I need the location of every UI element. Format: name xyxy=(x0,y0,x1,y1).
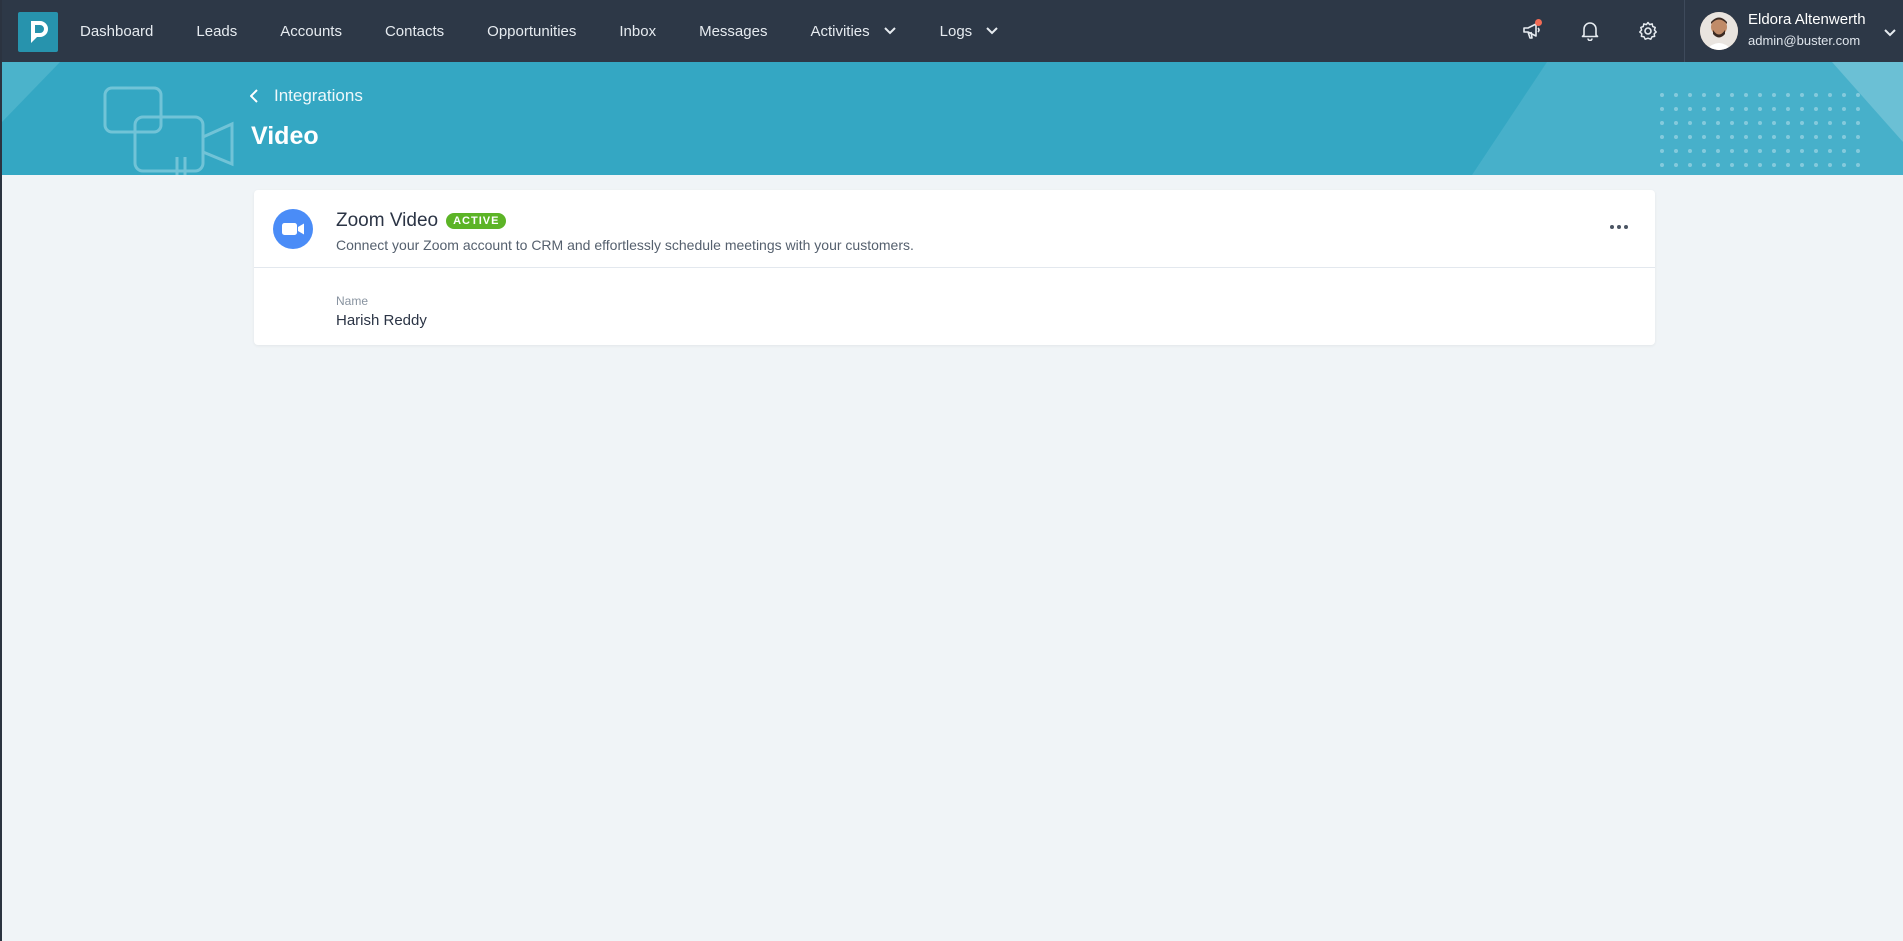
nav-leads[interactable]: Leads xyxy=(196,23,237,40)
integration-card-header: Zoom Video ACTIVE Connect your Zoom acco… xyxy=(254,190,1655,268)
video-camera-icon xyxy=(273,209,313,249)
notifications-button[interactable] xyxy=(1576,17,1604,45)
chevron-down-icon xyxy=(986,27,998,35)
nav-logs-dropdown[interactable]: Logs xyxy=(940,23,999,40)
breadcrumb: Integrations xyxy=(274,86,363,105)
nav-opportunities[interactable]: Opportunities xyxy=(487,23,576,40)
notification-dot xyxy=(1535,19,1542,26)
avatar xyxy=(1700,12,1738,50)
nav-inbox-label: Inbox xyxy=(619,22,657,40)
nav-accounts-label: Accounts xyxy=(280,22,342,40)
more-dot xyxy=(1617,225,1621,229)
nav-activities-dropdown[interactable]: Activities xyxy=(810,22,896,40)
nav-inbox[interactable]: Inbox xyxy=(619,23,656,40)
nav-accounts[interactable]: Accounts xyxy=(280,23,342,40)
announcements-button[interactable] xyxy=(1518,17,1546,45)
nav-activities-label: Activities xyxy=(810,22,870,40)
user-name: Eldora Altenwerth xyxy=(1748,11,1866,28)
page-title: Video xyxy=(251,122,319,150)
nav-dashboard[interactable]: Dashboard xyxy=(80,23,153,40)
logo-icon xyxy=(31,21,48,43)
chevron-left-icon xyxy=(250,89,258,103)
settings-button[interactable] xyxy=(1634,17,1662,45)
nav-dashboard-label: Dashboard xyxy=(80,22,154,40)
integration-name: Zoom Video xyxy=(336,210,439,231)
gear-icon xyxy=(1639,21,1657,40)
more-options-button[interactable] xyxy=(1604,216,1634,238)
top-navbar: Dashboard Leads Accounts Contacts Opport… xyxy=(2,0,1903,62)
nav-messages[interactable]: Messages xyxy=(699,23,767,40)
nav-contacts-label: Contacts xyxy=(384,22,445,40)
more-dot xyxy=(1610,225,1614,229)
video-conference-icon xyxy=(103,86,234,175)
back-to-integrations-link[interactable]: Integrations xyxy=(250,86,363,106)
main-nav: Dashboard Leads Accounts Contacts Opport… xyxy=(80,0,1042,62)
name-field-label: Name xyxy=(336,294,369,308)
header-divider xyxy=(1684,0,1685,62)
user-menu[interactable]: Eldora Altenwerth admin@buster.com xyxy=(1700,0,1896,62)
page-header-banner: Integrations Video xyxy=(2,62,1903,175)
name-field-value: Harish Reddy xyxy=(336,312,427,329)
nav-opportunities-label: Opportunities xyxy=(487,22,577,40)
nav-contacts[interactable]: Contacts xyxy=(385,23,444,40)
integration-card: Zoom Video ACTIVE Connect your Zoom acco… xyxy=(254,190,1655,345)
chevron-down-icon xyxy=(1884,24,1896,42)
status-badge: ACTIVE xyxy=(446,213,507,229)
header-actions xyxy=(1518,0,1692,62)
app-logo[interactable] xyxy=(18,12,58,52)
nav-leads-label: Leads xyxy=(196,22,238,40)
user-email: admin@buster.com xyxy=(1748,33,1861,48)
more-dot xyxy=(1624,225,1628,229)
nav-messages-label: Messages xyxy=(699,22,768,40)
banner-decoration xyxy=(2,62,1903,175)
chevron-down-icon xyxy=(883,27,896,35)
nav-logs-label: Logs xyxy=(939,22,973,40)
bell-icon xyxy=(1581,22,1599,41)
integration-description: Connect your Zoom account to CRM and eff… xyxy=(336,237,914,253)
